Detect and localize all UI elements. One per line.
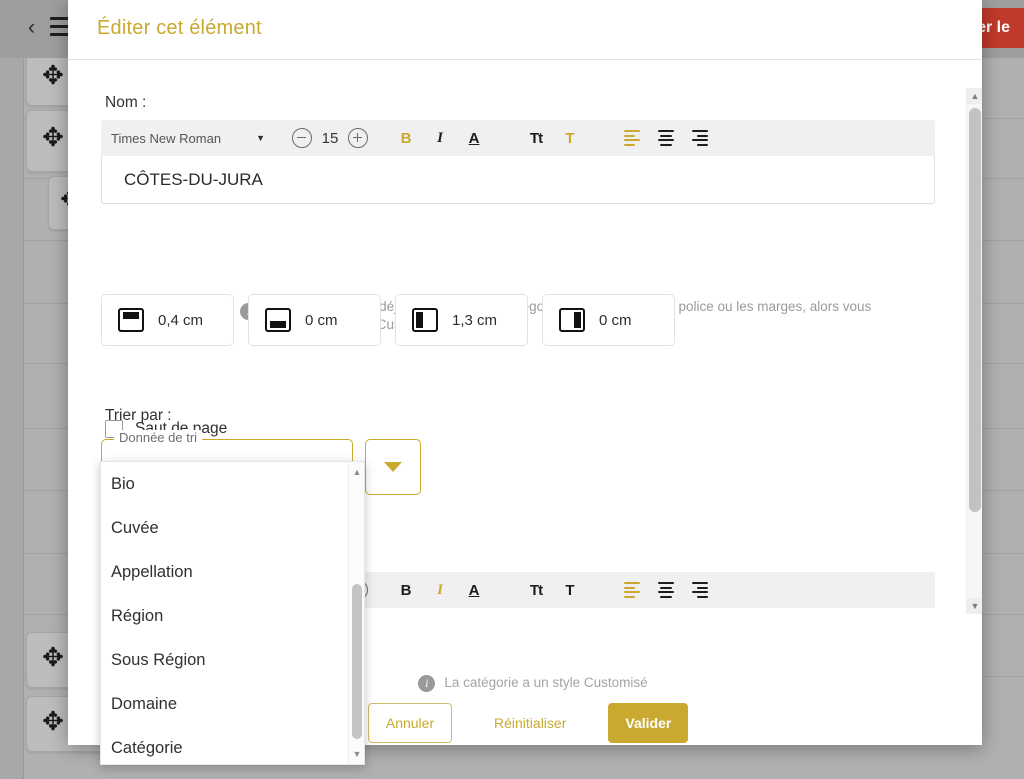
margin-value: 1,3 cm xyxy=(452,311,498,329)
dropdown-scrollbar[interactable]: ▲ ▼ xyxy=(348,462,364,764)
dropdown-option[interactable]: Bio xyxy=(101,462,348,506)
margins-row: 0,4 cm 0 cm 1,3 cm 0 cm xyxy=(101,294,675,346)
align-left-button-2[interactable] xyxy=(618,576,646,604)
margin-left-icon xyxy=(412,308,438,332)
align-left-button[interactable] xyxy=(618,124,646,152)
chevron-down-icon: ▼ xyxy=(256,133,265,143)
underline-button-2[interactable]: A xyxy=(460,576,488,604)
move-arrows-icon[interactable]: ✥ xyxy=(36,58,70,92)
name-editor: Times New Roman ▼ 15 B I A Tt T CÔTES-DU… xyxy=(101,120,935,204)
reset-button[interactable]: Réinitialiser xyxy=(484,703,576,743)
italic-button[interactable]: I xyxy=(426,124,454,152)
dropdown-option[interactable]: Cuvée xyxy=(101,506,348,550)
dropdown-option[interactable]: Domaine xyxy=(101,682,348,726)
cancel-button[interactable]: Annuler xyxy=(368,703,452,743)
margin-value: 0 cm xyxy=(305,311,338,329)
underline-button[interactable]: A xyxy=(460,124,488,152)
scrollbar-thumb[interactable] xyxy=(969,108,981,512)
text-size-label: Tt xyxy=(529,129,543,147)
dropdown-scrollbar-thumb[interactable] xyxy=(352,584,362,739)
align-left-icon xyxy=(624,130,640,146)
align-right-icon xyxy=(692,582,708,598)
margin-top-icon xyxy=(118,308,144,332)
text-size-label-2: Tt xyxy=(529,581,543,599)
modal-header: Éditer cet élément xyxy=(68,0,982,60)
screen: ✥ ✥ ✥ ✥ ✥ ‹ garder le Éditer cet élément… xyxy=(0,0,1024,779)
dropdown-option[interactable]: Appellation xyxy=(101,550,348,594)
modal-scrollbar[interactable]: ▲ ▼ xyxy=(966,88,982,614)
name-input[interactable]: CÔTES-DU-JURA xyxy=(101,156,935,204)
decrease-font-size-button[interactable] xyxy=(292,128,312,148)
sort-field-legend: Donnée de tri xyxy=(114,430,203,445)
text-size-button[interactable]: Tt xyxy=(522,124,550,152)
increase-font-size-button[interactable] xyxy=(348,128,368,148)
align-center-button[interactable] xyxy=(652,124,680,152)
margin-box[interactable]: 0,4 cm xyxy=(101,294,234,346)
dropdown-option[interactable]: Sous Région xyxy=(101,638,348,682)
bold-button[interactable]: B xyxy=(392,124,420,152)
style-status-text: La catégorie a un style Customisé xyxy=(444,675,648,690)
name-rich-text-toolbar: Times New Roman ▼ 15 B I A Tt T xyxy=(101,120,935,156)
align-center-button-2[interactable] xyxy=(652,576,680,604)
move-arrows-icon[interactable]: ✥ xyxy=(36,120,70,154)
info-icon[interactable]: i xyxy=(418,674,436,692)
sort-field-dropdown[interactable]: Bio Cuvée Appellation Région Sous Région Doma… xyxy=(100,461,365,765)
margin-box[interactable]: 0 cm xyxy=(248,294,381,346)
margin-value: 0 cm xyxy=(599,311,632,329)
chevron-left-icon[interactable]: ‹ xyxy=(28,17,42,39)
move-arrows-icon[interactable]: ✥ xyxy=(36,704,70,738)
dropdown-option[interactable]: Catégorie xyxy=(101,726,348,764)
margin-bottom-icon xyxy=(265,308,291,332)
sort-label: Trier par : xyxy=(105,407,172,424)
align-right-button-2[interactable] xyxy=(686,576,714,604)
font-family-value: Times New Roman xyxy=(111,130,222,146)
style-status-note: i La catégorie a un style Customisé xyxy=(368,674,698,692)
margin-box[interactable]: 1,3 cm xyxy=(395,294,528,346)
scroll-down-icon[interactable]: ▼ xyxy=(967,598,982,614)
align-right-icon xyxy=(692,130,708,146)
triangle-down-icon xyxy=(384,462,402,472)
align-center-icon xyxy=(658,582,674,598)
dropdown-option[interactable]: Région xyxy=(101,594,348,638)
align-right-button[interactable] xyxy=(686,124,714,152)
align-left-icon xyxy=(624,582,640,598)
margin-right-icon xyxy=(559,308,585,332)
font-family-select[interactable]: Times New Roman ▼ xyxy=(111,131,271,146)
margin-value: 0,4 cm xyxy=(158,311,204,329)
font-size-value: 15 xyxy=(321,129,339,147)
footer-buttons: Annuler Réinitialiser Valider xyxy=(368,703,689,743)
text-color-button-2[interactable]: T xyxy=(556,576,584,604)
dropdown-options-list: Bio Cuvée Appellation Région Sous Région Doma… xyxy=(101,462,348,764)
text-color-button[interactable]: T xyxy=(556,124,584,152)
bold-button-2[interactable]: B xyxy=(392,576,420,604)
name-label: Nom : xyxy=(105,94,147,111)
italic-button-2[interactable]: I xyxy=(426,576,454,604)
move-arrows-icon[interactable]: ✥ xyxy=(36,640,70,674)
margin-box[interactable]: 0 cm xyxy=(542,294,675,346)
scroll-down-icon[interactable]: ▼ xyxy=(349,746,364,762)
background-left-rail xyxy=(0,58,24,779)
sort-direction-button[interactable] xyxy=(365,439,421,495)
modal-title: Éditer cet élément xyxy=(97,17,262,39)
scroll-up-icon[interactable]: ▲ xyxy=(967,88,982,104)
text-size-button-2[interactable]: Tt xyxy=(522,576,550,604)
validate-button[interactable]: Valider xyxy=(608,703,689,743)
scroll-up-icon[interactable]: ▲ xyxy=(349,464,364,480)
align-center-icon xyxy=(658,130,674,146)
